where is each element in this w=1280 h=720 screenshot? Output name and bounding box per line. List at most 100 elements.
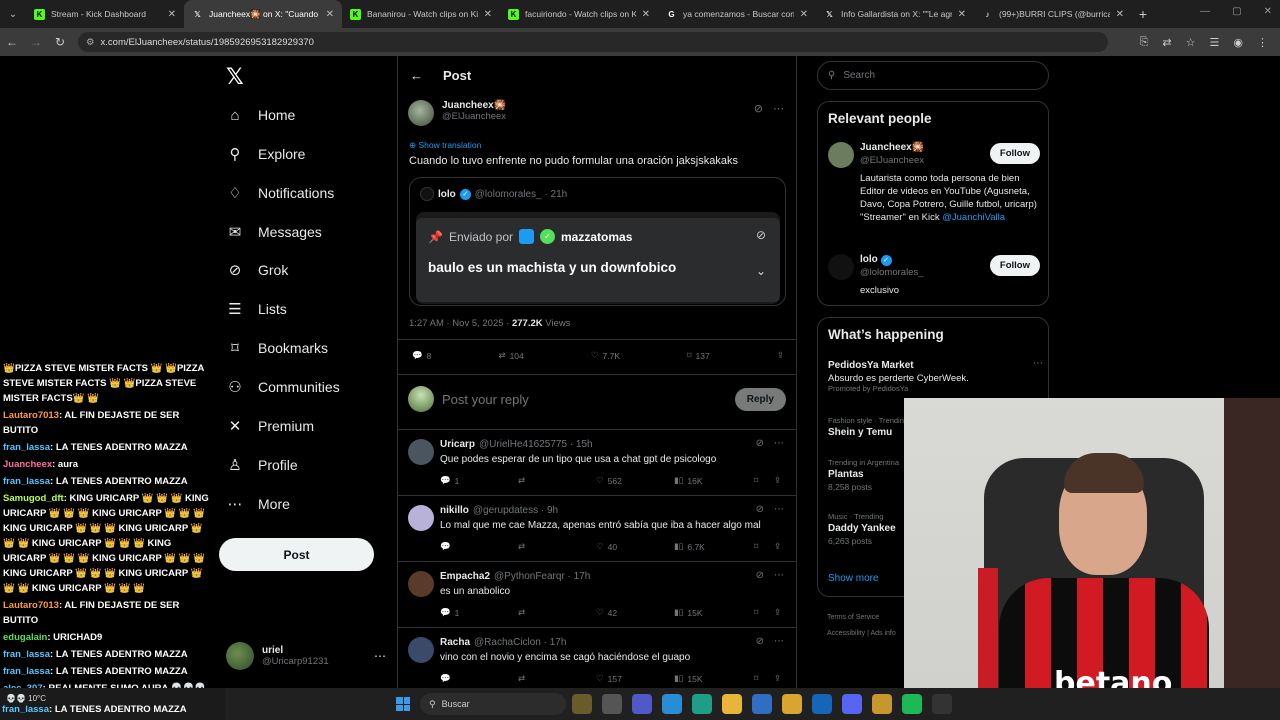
teams-icon[interactable]	[632, 694, 652, 714]
reply-author-handle[interactable]: @RachaCiclon · 17h	[474, 637, 566, 648]
back-icon[interactable]: ←	[0, 35, 24, 49]
store-icon[interactable]	[752, 694, 772, 714]
person-handle[interactable]: @ElJuancheex	[860, 155, 924, 166]
like-action[interactable]: ♡ 7.7K	[591, 350, 620, 361]
avatar[interactable]	[408, 505, 434, 531]
close-tab-icon[interactable]: ✕	[642, 9, 650, 20]
show-translation-link[interactable]: ⊕ Show translation	[409, 140, 481, 151]
bio-mention-link[interactable]: @JuanchiValla	[942, 212, 1005, 223]
more-options-icon[interactable]: ⋯	[774, 636, 784, 647]
edge-icon[interactable]	[692, 694, 712, 714]
chrome-icon[interactable]	[782, 694, 802, 714]
browser-tab[interactable]: Gya comenzamos - Buscar con G ✕	[658, 0, 816, 28]
site-info-icon[interactable]: ⚙	[86, 37, 95, 48]
chat-user[interactable]: edugalain	[3, 632, 47, 643]
copilot-icon[interactable]	[662, 694, 682, 714]
nav-item-lists[interactable]: ☰ Lists	[226, 300, 287, 318]
views-action[interactable]: ▮▯ 15K	[674, 607, 754, 618]
windows-start-icon[interactable]	[396, 697, 410, 711]
follow-button[interactable]: Follow	[989, 143, 1040, 164]
nav-item-messages[interactable]: ✉ Messages	[226, 223, 322, 241]
views-action[interactable]: ▮▯ 6.7K	[674, 541, 754, 552]
task-view-icon[interactable]	[602, 694, 622, 714]
views-action[interactable]: ▮▯ 15K	[674, 673, 754, 684]
reply-author-handle[interactable]: @gerupdatess · 9h	[473, 505, 558, 516]
folder-icon[interactable]	[872, 694, 892, 714]
views-action[interactable]: ▮▯ 16K	[674, 475, 754, 486]
reply-post[interactable]: Uricarp @UrielHe41625775 · 15h ⊘ ⋯ Que podes…	[398, 430, 796, 496]
avatar[interactable]	[828, 254, 854, 280]
share-icon[interactable]: ⇪	[774, 673, 786, 684]
chat-user[interactable]: Juancheex	[3, 459, 52, 470]
grok-icon[interactable]: ⊘	[756, 570, 764, 581]
chat-user[interactable]: Lautaro7013	[3, 600, 59, 611]
more-options-icon[interactable]: ⋯	[774, 438, 784, 449]
share-icon[interactable]: ⇪	[774, 541, 786, 552]
grok-icon[interactable]: ⊘	[756, 504, 764, 515]
like-action[interactable]: ♡ 42	[596, 607, 674, 618]
person-handle[interactable]: @lolomorales_	[860, 267, 924, 278]
chat-user[interactable]: Samugod_dft	[3, 493, 64, 504]
close-window-icon[interactable]: ✕	[1264, 6, 1272, 17]
bookmark-icon[interactable]: ⌑	[754, 607, 774, 618]
reply-input[interactable]: Post your reply	[442, 392, 529, 407]
chat-user[interactable]: fran_lassa	[3, 442, 50, 453]
install-app-icon[interactable]: ⎘	[1140, 36, 1149, 49]
reading-list-icon[interactable]: ☰	[1210, 36, 1220, 49]
person-name[interactable]: lolo ✓	[860, 254, 892, 266]
trend-item[interactable]: PedidosYa Market Absurdo es perderte Cybe…	[828, 358, 1043, 393]
close-tab-icon[interactable]: ✕	[326, 9, 334, 20]
avatar[interactable]	[408, 637, 434, 663]
footer-link[interactable]: Accessibility	[827, 630, 865, 637]
close-tab-icon[interactable]: ✕	[484, 9, 492, 20]
bookmark-star-icon[interactable]: ☆	[1186, 36, 1196, 49]
reload-icon[interactable]: ↻	[48, 35, 72, 49]
avatar[interactable]	[408, 439, 434, 465]
outlook-icon[interactable]	[812, 694, 832, 714]
reply-author-handle[interactable]: @UrielHe41625775 · 15h	[479, 439, 593, 450]
search-input[interactable]: ⚲ Search	[817, 61, 1049, 90]
repost-action[interactable]: ⇄ 104	[498, 350, 523, 361]
grok-icon[interactable]: ⊘	[756, 636, 764, 647]
nav-item-notifications[interactable]: ♢ Notifications	[226, 184, 334, 202]
nav-item-premium[interactable]: ✕ Premium	[226, 417, 314, 435]
spotify-icon[interactable]	[902, 694, 922, 714]
new-tab-button[interactable]: +	[1132, 6, 1154, 22]
reply-author-name[interactable]: Racha	[440, 637, 470, 648]
nav-item-profile[interactable]: ♙ Profile	[226, 456, 297, 474]
browser-tab[interactable]: K Stream - Kick Dashboard ✕	[26, 0, 184, 28]
post-author[interactable]: Juancheex🎇 @ElJuancheex	[408, 100, 506, 126]
profile-icon[interactable]: ◉	[1233, 36, 1243, 49]
repost-action[interactable]: ⇄	[518, 607, 596, 618]
close-tab-icon[interactable]: ✕	[1116, 9, 1124, 20]
reply-author-name[interactable]: nikillo	[440, 505, 469, 516]
avatar[interactable]	[828, 142, 854, 168]
taskbar-search[interactable]: ⚲ Buscar	[420, 693, 566, 715]
minimize-icon[interactable]: —	[1200, 6, 1210, 17]
bookmark-action[interactable]: ⌑ 137	[687, 350, 710, 361]
like-action[interactable]: ♡ 562	[596, 475, 674, 486]
like-action[interactable]: ♡ 40	[596, 541, 674, 552]
widget-app-icon[interactable]	[572, 694, 592, 714]
repost-action[interactable]: ⇄	[518, 673, 596, 684]
repost-action[interactable]: ⇄	[518, 541, 596, 552]
author-handle[interactable]: @ElJuancheex	[442, 111, 506, 122]
more-options-icon[interactable]: ⋯	[774, 504, 784, 515]
browser-tab[interactable]: 𝕏 Info Gallardista on X: ""Le agra ✕	[816, 0, 974, 28]
chat-user[interactable]: fran_lassa	[3, 666, 50, 677]
more-options-icon[interactable]: ⋯	[1033, 358, 1043, 369]
quote-media[interactable]: 📌 Enviado por ✓ mazzatomas ⊘ baulo es un…	[416, 212, 780, 304]
repost-action[interactable]: ⇄	[518, 475, 596, 486]
browser-tab[interactable]: 𝕏 Juancheex🎇 on X: "Cuando lo t ✕	[184, 0, 342, 28]
back-arrow-icon[interactable]: ←	[410, 68, 423, 83]
share-action[interactable]: ⇪	[777, 350, 784, 361]
close-tab-icon[interactable]: ✕	[800, 9, 808, 20]
reply-post[interactable]: Empacha2 @PythonFearqr · 17h ⊘ ⋯ es un anabo…	[398, 562, 796, 628]
address-bar[interactable]: ⚙ x.com/ElJuancheex/status/1985926953182…	[78, 32, 1108, 52]
quoted-post[interactable]: lolo ✓ @lolomorales_ · 21h 📌 Enviado por…	[409, 177, 786, 306]
weather-widget[interactable]: 💀💀 10°C	[6, 694, 46, 703]
nav-item-bookmarks[interactable]: ⌑ Bookmarks	[226, 339, 328, 357]
follow-button[interactable]: Follow	[989, 255, 1040, 276]
reply-action[interactable]: 💬 1	[440, 607, 518, 618]
obs-icon[interactable]	[932, 694, 952, 714]
